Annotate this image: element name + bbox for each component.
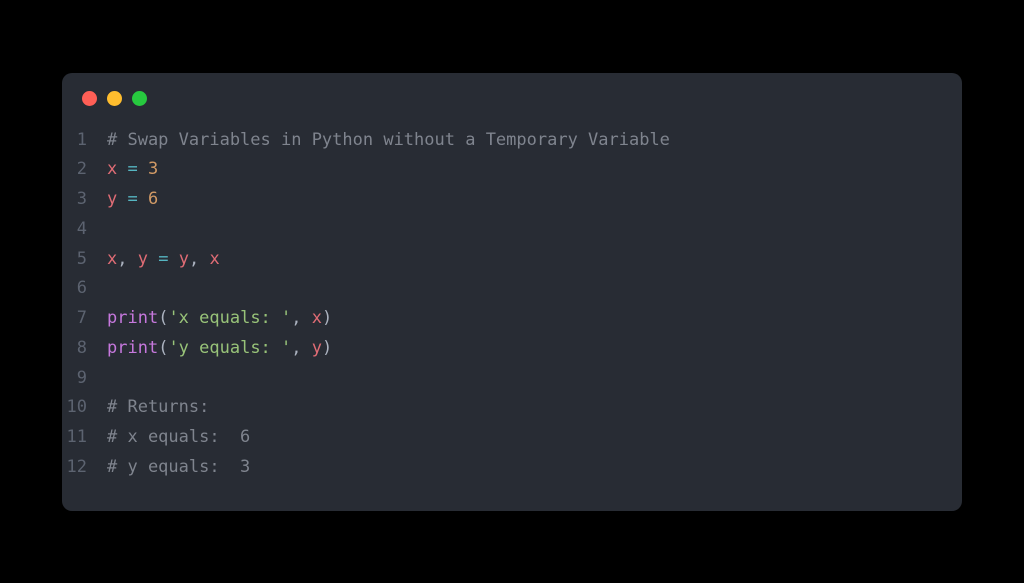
- code-line: 3y = 6: [62, 185, 962, 215]
- token-default: [138, 159, 148, 179]
- code-line: 4: [62, 215, 962, 245]
- token-num: 3: [148, 159, 158, 179]
- code-content: # x equals: 6: [107, 423, 962, 453]
- token-punct: ,: [291, 338, 311, 358]
- token-var: x: [209, 249, 219, 269]
- code-content: print('x equals: ', x): [107, 304, 962, 334]
- token-var: y: [107, 189, 117, 209]
- code-content: # Returns:: [107, 393, 962, 423]
- code-line: 8print('y equals: ', y): [62, 334, 962, 364]
- token-builtin: print: [107, 338, 158, 358]
- token-comment: # y equals: 3: [107, 457, 250, 477]
- code-line: 1# Swap Variables in Python without a Te…: [62, 126, 962, 156]
- token-punct: ): [322, 308, 332, 328]
- token-num: 6: [148, 189, 158, 209]
- code-area[interactable]: 1# Swap Variables in Python without a Te…: [62, 116, 962, 511]
- token-default: [138, 189, 148, 209]
- code-content: x = 3: [107, 155, 962, 185]
- line-number: 4: [62, 215, 107, 245]
- code-line: 7print('x equals: ', x): [62, 304, 962, 334]
- token-punct: (: [158, 308, 168, 328]
- code-line: 9: [62, 364, 962, 394]
- close-icon[interactable]: [82, 91, 97, 106]
- line-number: 1: [62, 126, 107, 156]
- code-content: # Swap Variables in Python without a Tem…: [107, 126, 962, 156]
- token-default: [148, 249, 158, 269]
- token-punct: ,: [189, 249, 209, 269]
- token-comment: # Swap Variables in Python without a Tem…: [107, 130, 670, 150]
- code-content: [107, 274, 962, 304]
- code-content: x, y = y, x: [107, 245, 962, 275]
- line-number: 3: [62, 185, 107, 215]
- token-punct: ,: [291, 308, 311, 328]
- token-op: =: [158, 249, 168, 269]
- code-content: # y equals: 3: [107, 453, 962, 483]
- token-var: x: [312, 308, 322, 328]
- code-line: 12# y equals: 3: [62, 453, 962, 483]
- token-var: y: [138, 249, 148, 269]
- line-number: 9: [62, 364, 107, 394]
- token-var: y: [312, 338, 322, 358]
- token-default: [117, 189, 127, 209]
- token-default: [168, 249, 178, 269]
- token-var: x: [107, 249, 117, 269]
- code-content: [107, 215, 962, 245]
- line-number: 12: [62, 453, 107, 483]
- line-number: 10: [62, 393, 107, 423]
- code-line: 11# x equals: 6: [62, 423, 962, 453]
- code-line: 5x, y = y, x: [62, 245, 962, 275]
- line-number: 7: [62, 304, 107, 334]
- token-punct: ,: [117, 249, 137, 269]
- token-op: =: [128, 189, 138, 209]
- titlebar: [62, 73, 962, 116]
- line-number: 2: [62, 155, 107, 185]
- code-line: 6: [62, 274, 962, 304]
- code-line: 2x = 3: [62, 155, 962, 185]
- editor-window: 1# Swap Variables in Python without a Te…: [62, 73, 962, 511]
- line-number: 8: [62, 334, 107, 364]
- token-var: y: [179, 249, 189, 269]
- token-var: x: [107, 159, 117, 179]
- minimize-icon[interactable]: [107, 91, 122, 106]
- code-content: [107, 364, 962, 394]
- token-punct: (: [158, 338, 168, 358]
- token-comment: # x equals: 6: [107, 427, 250, 447]
- maximize-icon[interactable]: [132, 91, 147, 106]
- line-number: 11: [62, 423, 107, 453]
- token-comment: # Returns:: [107, 397, 209, 417]
- code-content: y = 6: [107, 185, 962, 215]
- token-punct: ): [322, 338, 332, 358]
- token-builtin: print: [107, 308, 158, 328]
- token-string: 'x equals: ': [168, 308, 291, 328]
- token-op: =: [128, 159, 138, 179]
- line-number: 5: [62, 245, 107, 275]
- line-number: 6: [62, 274, 107, 304]
- token-default: [117, 159, 127, 179]
- token-string: 'y equals: ': [168, 338, 291, 358]
- code-line: 10# Returns:: [62, 393, 962, 423]
- code-content: print('y equals: ', y): [107, 334, 962, 364]
